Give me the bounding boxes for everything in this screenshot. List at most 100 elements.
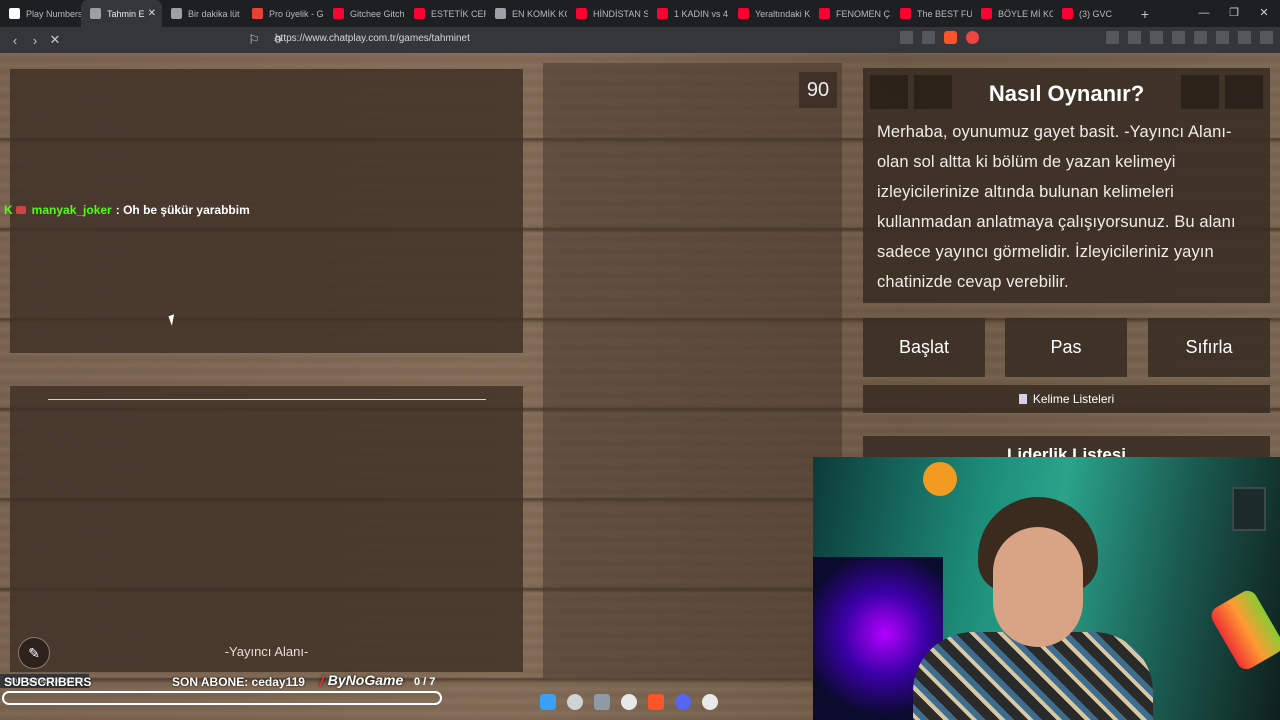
navigation-bar: ‹ › ✕ ⚐ ⚙ https://www.chatplay.com.tr/ga… [0, 27, 1280, 53]
tab-label: HİNDİSTAN S [593, 8, 648, 19]
word-lists-label: Kelime Listeleri [1032, 392, 1115, 406]
chat-username: manyak_joker [31, 203, 112, 217]
tab-favicon-icon [819, 8, 830, 19]
toolbar-actions [1106, 31, 1273, 49]
tab-favicon-icon [900, 8, 911, 19]
tab-favicon-icon [9, 8, 20, 19]
browser-tab[interactable]: Pro üyelik - G [243, 0, 324, 27]
brand-logo: / ByNoGame [320, 672, 404, 688]
last-subscriber: SON ABONE: ceday119 [172, 675, 305, 689]
tab-bar: Play Numbers Tahmin E ✕ Bir dakika lüt Pro ü… [0, 0, 1280, 27]
browser-tab[interactable]: 1 KADIN vs 4 [648, 0, 729, 27]
brave-rewards-icon[interactable] [966, 31, 979, 44]
leo-icon[interactable] [1216, 31, 1229, 44]
chat-text: : Oh be şükür yarabbim [115, 203, 250, 217]
media-icon[interactable] [1150, 31, 1163, 44]
how-to-play-text: Merhaba, oyunumuz gayet basit. -Yayıncı … [877, 123, 1236, 291]
goal-progress-bar [2, 691, 442, 705]
tab-label: Pro üyelik - G [269, 8, 324, 19]
tab-label: FENOMEN Ç [836, 8, 890, 19]
browser-tab[interactable]: ESTETİK CERR [405, 0, 486, 27]
tab-label: Tahmin E [107, 8, 145, 19]
close-window-icon[interactable]: ✕ [1248, 0, 1280, 27]
windows-start-icon[interactable] [540, 694, 556, 710]
back-icon[interactable]: ‹ [5, 33, 25, 48]
wallet-icon[interactable] [1194, 31, 1207, 44]
reset-button[interactable]: Sıfırla [1148, 318, 1270, 377]
browser-tab[interactable]: (3) GVC [1053, 0, 1134, 27]
how-to-play-card: Nasıl Oynanır? Merhaba, oyunumuz gayet b… [863, 68, 1270, 303]
brave-icon[interactable] [648, 694, 664, 710]
how-to-play-title: Nasıl Oynanır? [988, 81, 1145, 106]
tab-favicon-icon [657, 8, 668, 19]
browser-tab[interactable]: BÖYLE Mİ KO [972, 0, 1053, 27]
taskbar [540, 694, 718, 710]
browser-tab[interactable]: Play Numbers [0, 0, 81, 27]
tab-label: (3) GVC [1079, 8, 1113, 19]
minimize-icon[interactable]: — [1188, 0, 1220, 27]
new-tab-icon[interactable]: + [1134, 6, 1156, 22]
task-view-icon[interactable] [594, 694, 610, 710]
tab-label: The BEST FUR [917, 8, 972, 19]
webcam-overlay [813, 457, 1280, 720]
word-lists-button[interactable]: Kelime Listeleri [863, 385, 1270, 413]
browser-tab[interactable]: Gitchee Gitch [324, 0, 405, 27]
notebook-icon [1018, 394, 1027, 404]
tab-favicon-icon [171, 8, 182, 19]
tab-label: Gitchee Gitch [350, 8, 405, 19]
close-tab-icon[interactable]: ✕ [148, 8, 156, 19]
middle-panel [543, 63, 842, 678]
tab-label: Yeraltındaki K [755, 8, 810, 19]
start-button[interactable]: Başlat [863, 318, 985, 377]
browser-tab[interactable]: FENOMEN Ç [810, 0, 891, 27]
chatgpt-icon[interactable] [621, 694, 637, 710]
tab-favicon-icon [495, 8, 506, 19]
pass-button[interactable]: Pas [1005, 318, 1127, 377]
streamer-face-image [993, 527, 1083, 647]
tab-label: ESTETİK CERR [431, 8, 486, 19]
menu-icon[interactable] [1260, 31, 1273, 44]
bookmark-icon[interactable]: ⚐ [244, 32, 264, 48]
tab-favicon-icon [252, 8, 263, 19]
browser-tab[interactable]: The BEST FUR [891, 0, 972, 27]
maximize-icon[interactable]: ❐ [1218, 0, 1250, 27]
discord-icon[interactable] [675, 694, 691, 710]
extensions-icon[interactable] [1106, 31, 1119, 44]
tab-favicon-icon [414, 8, 425, 19]
tab-label: EN KOMİK KO [512, 8, 567, 19]
screenshot-icon[interactable] [1128, 31, 1141, 44]
tab-favicon-icon [738, 8, 749, 19]
vpn-icon[interactable] [1238, 31, 1251, 44]
stop-loading-icon[interactable]: ✕ [45, 32, 65, 48]
browser-tab[interactable]: EN KOMİK KO [486, 0, 567, 27]
kick-badge-icon: K [4, 203, 13, 217]
address-bar[interactable]: https://www.chatplay.com.tr/games/tahmin… [275, 33, 470, 44]
share-icon[interactable] [922, 31, 935, 44]
word-divider [48, 399, 486, 400]
brand-text: ByNoGame [327, 672, 404, 688]
goal-progress: 0 / 7 [414, 676, 436, 688]
settings-icon[interactable]: ✎ [18, 637, 50, 669]
tab-label: Play Numbers [26, 8, 81, 19]
forward-icon[interactable]: › [25, 33, 45, 48]
emote-icon [15, 206, 26, 214]
brave-shields-icon[interactable] [944, 31, 957, 44]
timer: 90 [799, 72, 837, 108]
streamer-area-panel [10, 386, 523, 672]
tab-label: Bir dakika lüt [188, 8, 240, 19]
chat-message: K manyak_joker : Oh be şükür yarabbim [4, 203, 250, 217]
browser-tab[interactable]: Bir dakika lüt [162, 0, 243, 27]
browser-tab[interactable]: HİNDİSTAN S [567, 0, 648, 27]
tab-favicon-icon [981, 8, 992, 19]
picture-frame-image [1232, 487, 1266, 531]
tab-label: BÖYLE Mİ KO [998, 8, 1053, 19]
browser-tab[interactable]: Tahmin E ✕ [81, 0, 162, 27]
search-icon[interactable] [567, 694, 583, 710]
browser-tab[interactable]: Yeraltındaki K [729, 0, 810, 27]
obs-icon[interactable] [702, 694, 718, 710]
subscribers-label: SUBSCRIBERS [4, 675, 92, 689]
address-bar-actions [900, 31, 979, 49]
toy-figure-image [923, 462, 957, 496]
sidebar-icon[interactable] [1172, 31, 1185, 44]
install-icon[interactable] [900, 31, 913, 44]
